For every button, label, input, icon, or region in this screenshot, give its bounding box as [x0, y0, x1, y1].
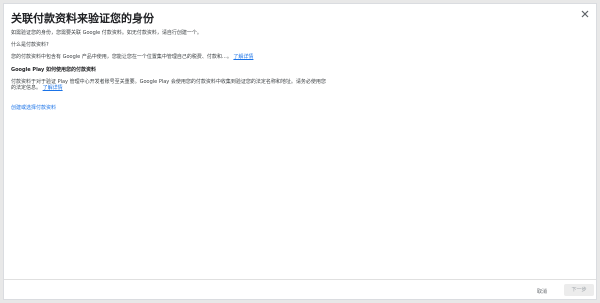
- how-learn-more-link[interactable]: 了解详情: [43, 85, 63, 91]
- what-text: 您的付款资料中包含有 Google 产品中使用，您能让您在一个位置集中管理自己的…: [11, 54, 232, 60]
- cancel-button[interactable]: 取消: [537, 288, 547, 295]
- link-payment-profile-dialog: 关联付款资料来验证您的身份 如需验证您的身份，您需要关联 Google 付款资料…: [3, 3, 597, 300]
- what-learn-more-link[interactable]: 了解详情: [233, 54, 253, 60]
- intro-text: 如需验证您的身份，您需要关联 Google 付款资料。如无付款资料，请自行创建一…: [11, 30, 202, 36]
- footer-divider: [4, 279, 596, 280]
- how-heading: Google Play 如何使用您的付款资料: [11, 67, 96, 73]
- what-paragraph: 您的付款资料中包含有 Google 产品中使用，您能让您在一个位置集中管理自己的…: [11, 54, 253, 60]
- close-icon[interactable]: [578, 6, 592, 20]
- how-text-line-2-wrapper: 的法定信息。 了解详情: [11, 85, 326, 91]
- create-payment-profile-link[interactable]: 创建或选择付款资料: [11, 105, 56, 111]
- dialog-title: 关联付款资料来验证您的身份: [11, 12, 154, 25]
- what-heading: 什么是付款资料?: [11, 42, 49, 48]
- how-text-line-2: 的法定信息。: [11, 85, 42, 91]
- next-button[interactable]: 下一步: [564, 284, 594, 296]
- how-paragraph: 付款资料于对于验证 Play 管理中心开发者账号至关重要。Google Play…: [11, 79, 326, 91]
